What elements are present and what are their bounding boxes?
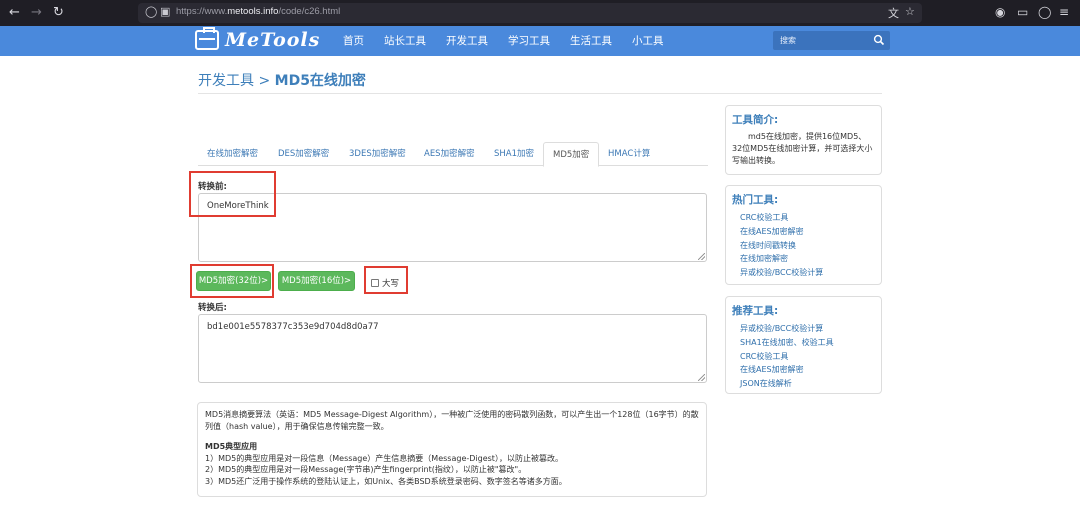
rec-link-json[interactable]: JSON在线解析 (732, 377, 875, 391)
nav-dev-tools[interactable]: 开发工具 (436, 26, 498, 56)
site-header: MeTools 首页 站长工具 开发工具 学习工具 生活工具 小工具 (0, 26, 1080, 56)
site-search (773, 31, 890, 50)
tab-des[interactable]: DES加密解密 (269, 142, 338, 166)
rec-link-sha1[interactable]: SHA1在线加密、校验工具 (732, 336, 875, 350)
highlight-md5-32 (190, 264, 274, 298)
browser-toolbar: ← → ↻ ◯ ▣ https://www.metools.info/code/… (0, 0, 1080, 26)
rec-link-bcc[interactable]: 异或校验/BCC校验计算 (732, 322, 875, 336)
hot-link-timestamp[interactable]: 在线时间戳转换 (732, 239, 875, 253)
highlight-uppercase (364, 266, 408, 294)
hot-link-bcc[interactable]: 异或校验/BCC校验计算 (732, 266, 875, 280)
nav-study-tools[interactable]: 学习工具 (498, 26, 560, 56)
address-bar[interactable]: ◯ ▣ https://www.metools.info/code/c26.ht… (138, 3, 922, 23)
reload-icon[interactable]: ↻ (53, 5, 64, 21)
resize-grip-icon[interactable] (698, 253, 705, 260)
hot-link-crc[interactable]: CRC校验工具 (732, 211, 875, 225)
recommended-tools-panel: 推荐工具: 异或校验/BCC校验计算 SHA1在线加密、校验工具 CRC校验工具… (725, 296, 882, 394)
extensions-icon[interactable]: ▭ (1017, 5, 1028, 19)
hot-tools-title: 热门工具: (732, 194, 779, 206)
search-input[interactable] (773, 31, 869, 50)
tab-sha1[interactable]: SHA1加密 (485, 142, 543, 166)
tab-md5[interactable]: MD5加密 (543, 142, 600, 167)
menu-icon[interactable]: ≡ (1059, 5, 1069, 19)
logo-text: MeTools (225, 29, 321, 51)
md5-usage-item: 2）MD5的典型应用是对一段Message(字节串)产生fingerprint(… (205, 465, 527, 474)
url-text: https://www.metools.info/code/c26.html (176, 6, 341, 17)
nav-webmaster-tools[interactable]: 站长工具 (374, 26, 436, 56)
md5-usage-heading: MD5典型应用 (205, 442, 258, 451)
title-divider (198, 93, 882, 94)
tab-3des[interactable]: 3DES加密解密 (340, 142, 415, 166)
bookmark-star-icon[interactable]: ☆ (905, 5, 915, 18)
md5-usage-item: 3）MD5还广泛用于操作系统的登陆认证上，如Unix、各类BSD系统登录密码、数… (205, 476, 567, 486)
breadcrumb-current: MD5在线加密 (274, 73, 366, 89)
breadcrumb-parent[interactable]: 开发工具 (198, 73, 254, 89)
output-label: 转换后: (198, 303, 227, 313)
rec-link-crc[interactable]: CRC校验工具 (732, 350, 875, 364)
md5-16-button[interactable]: MD5加密(16位)> (278, 271, 355, 291)
md5-description: MD5消息摘要算法（英语：MD5 Message-Digest Algorith… (197, 402, 707, 497)
back-icon[interactable]: ← (9, 5, 20, 21)
tab-aes[interactable]: AES加密解密 (415, 142, 484, 166)
recommended-tools-title: 推荐工具: (732, 305, 779, 317)
rec-link-aes[interactable]: 在线AES加密解密 (732, 363, 875, 377)
shield-icon[interactable]: ◯ (145, 5, 157, 18)
highlight-input (189, 171, 276, 217)
pocket-icon[interactable]: ◯ (1038, 5, 1051, 19)
forward-icon[interactable]: → (31, 5, 42, 21)
md5-intro: MD5消息摘要算法（英语：MD5 Message-Digest Algorith… (205, 410, 699, 431)
nav-small-tools[interactable]: 小工具 (622, 26, 674, 56)
nav-home[interactable]: 首页 (333, 26, 374, 56)
account-icon[interactable]: ◉ (995, 5, 1005, 19)
main-nav: 首页 站长工具 开发工具 学习工具 生活工具 小工具 (333, 26, 674, 56)
tool-intro-title: 工具简介: (732, 114, 779, 126)
tool-intro-text: md5在线加密，提供16位MD5、32位MD5在线加密计算，并可选择大小写输出转… (732, 132, 873, 165)
hot-link-encrypt[interactable]: 在线加密解密 (732, 252, 875, 266)
lock-icon[interactable]: ▣ (160, 5, 170, 18)
toolbox-icon (195, 27, 219, 50)
output-text: bd1e001e5578377c353e9d704d8d0a77 (207, 322, 379, 332)
output-textarea[interactable]: bd1e001e5578377c353e9d704d8d0a77 (198, 314, 707, 383)
hot-link-aes[interactable]: 在线AES加密解密 (732, 225, 875, 239)
resize-grip-icon[interactable] (698, 374, 705, 381)
page-title: 开发工具 > MD5在线加密 (198, 70, 366, 90)
search-icon[interactable] (873, 34, 885, 46)
md5-usage-item: 1）MD5的典型应用是对一段信息（Message）产生信息摘要（Message-… (205, 453, 563, 463)
tool-intro-panel: 工具简介: md5在线加密，提供16位MD5、32位MD5在线加密计算，并可选择… (725, 105, 882, 175)
tab-encrypt-decrypt[interactable]: 在线加密解密 (198, 142, 267, 166)
tool-tabs: 在线加密解密 DES加密解密 3DES加密解密 AES加密解密 SHA1加密 M… (198, 142, 708, 167)
nav-life-tools[interactable]: 生活工具 (560, 26, 622, 56)
hot-tools-panel: 热门工具: CRC校验工具 在线AES加密解密 在线时间戳转换 在线加密解密 异… (725, 185, 882, 285)
translate-icon[interactable]: 文 (888, 5, 899, 21)
tab-hmac[interactable]: HMAC计算 (599, 142, 659, 166)
breadcrumb-separator: > (254, 73, 275, 89)
